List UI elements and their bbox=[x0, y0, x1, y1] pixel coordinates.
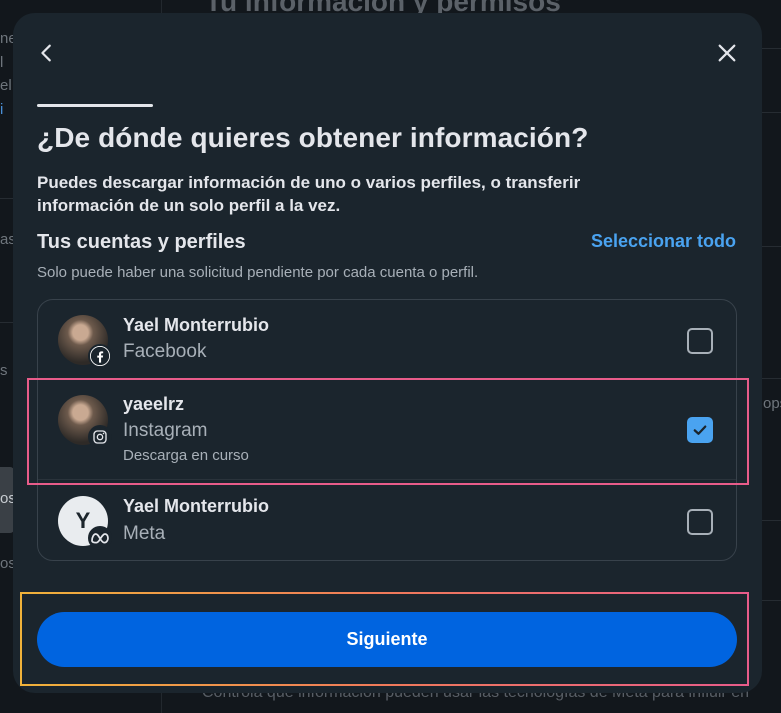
background-divider bbox=[762, 112, 781, 113]
facebook-icon bbox=[88, 344, 112, 368]
background-divider bbox=[762, 520, 781, 521]
account-platform: Facebook bbox=[123, 341, 207, 362]
account-name: Yael Monterrubio bbox=[123, 315, 270, 335]
account-platform: Meta bbox=[123, 523, 166, 544]
dialog-description: Puedes descargar información de uno o va… bbox=[37, 173, 581, 215]
background-divider bbox=[0, 198, 13, 199]
dialog-title: ¿De dónde quieres obtener información? bbox=[37, 122, 589, 153]
chevron-left-icon bbox=[41, 44, 51, 62]
step-progress-indicator bbox=[37, 104, 153, 107]
background-divider bbox=[0, 322, 13, 323]
account-row-meta[interactable]: Y Yael Monterrubio Meta bbox=[38, 480, 736, 560]
data-source-dialog: ¿De dónde quieres obtener información? P… bbox=[13, 13, 762, 693]
close-button[interactable] bbox=[709, 35, 745, 71]
account-name: yaeelrz bbox=[123, 394, 185, 414]
background-text-fragment: ops bbox=[763, 395, 781, 412]
account-checkbox[interactable] bbox=[687, 509, 713, 535]
section-title: Tus cuentas y perfiles bbox=[37, 231, 246, 253]
next-button[interactable]: Siguiente bbox=[37, 612, 737, 667]
checkmark-icon bbox=[693, 425, 707, 435]
accounts-list: Yael Monterrubio Facebook yaeelrz Instag… bbox=[37, 299, 737, 561]
background-divider bbox=[762, 600, 781, 601]
account-platform: Instagram bbox=[123, 420, 208, 441]
meta-icon bbox=[88, 526, 112, 550]
pending-request-note: Solo puede haber una solicitud pendiente… bbox=[37, 264, 479, 281]
background-divider bbox=[762, 246, 781, 247]
account-row-facebook[interactable]: Yael Monterrubio Facebook bbox=[38, 300, 736, 380]
account-name: Yael Monterrubio bbox=[123, 496, 270, 516]
account-status: Descarga en curso bbox=[123, 447, 249, 464]
account-checkbox[interactable] bbox=[687, 417, 713, 443]
back-button[interactable] bbox=[29, 35, 65, 71]
account-checkbox[interactable] bbox=[687, 328, 713, 354]
select-all-link[interactable]: Seleccionar todo bbox=[591, 231, 736, 252]
close-icon bbox=[718, 44, 736, 62]
background-divider bbox=[762, 378, 781, 379]
account-row-instagram[interactable]: yaeelrz Instagram Descarga en curso bbox=[38, 380, 736, 480]
instagram-icon bbox=[88, 425, 112, 449]
avatar-initial: Y bbox=[75, 508, 91, 533]
background-divider bbox=[762, 48, 781, 49]
